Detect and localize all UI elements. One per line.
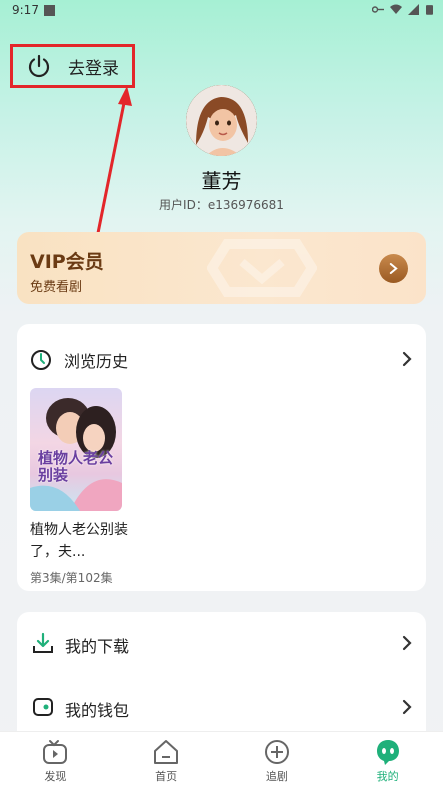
- history-item-episode: 第3集/第102集: [30, 571, 113, 585]
- menu-item-downloads[interactable]: 我的下载: [17, 619, 426, 669]
- history-card: 浏览历史 植物人老公别装 植物人老公别装了，夫... 第3集/第102集: [17, 324, 426, 591]
- battery-icon: [426, 5, 433, 15]
- notification-icon: [44, 5, 55, 16]
- status-bar: 9:17: [0, 0, 443, 22]
- vip-decoration: [207, 239, 317, 297]
- history-poster[interactable]: 植物人老公别装: [30, 388, 122, 511]
- tv-icon: [43, 740, 68, 764]
- wallet-icon: [33, 698, 53, 716]
- menu-item-wallet[interactable]: 我的钱包: [17, 683, 426, 733]
- tab-label: 首页: [155, 770, 178, 783]
- avatar[interactable]: [186, 85, 257, 156]
- tab-mine[interactable]: 我的: [332, 732, 443, 789]
- plus-circle-icon: [264, 740, 289, 764]
- menu-item-label: 我的钱包: [65, 701, 130, 720]
- power-icon: [28, 54, 50, 78]
- chevron-right-icon: [402, 635, 412, 651]
- download-icon: [33, 632, 53, 653]
- tab-label: 发现: [44, 770, 67, 783]
- history-title: 浏览历史: [64, 352, 129, 371]
- vip-arrow-button[interactable]: [379, 254, 408, 283]
- home-icon: [154, 740, 179, 764]
- status-time: 9:17: [12, 3, 39, 17]
- clock-icon: [31, 350, 51, 370]
- poster-title-text: 植物人老公别装: [38, 449, 114, 484]
- key-icon: [372, 6, 384, 13]
- signal-icon: [408, 4, 419, 15]
- user-id: 用户ID：e136976681: [159, 198, 284, 212]
- login-label: 去登录: [68, 58, 119, 79]
- avatar-image: [186, 85, 257, 156]
- bottom-tab-bar: 发现 首页 追剧 我的: [0, 731, 443, 789]
- history-item-title[interactable]: 植物人老公别装了，夫...: [30, 519, 130, 563]
- menu-item-label: 我的下载: [65, 637, 130, 656]
- mine-icon: [376, 740, 399, 765]
- vip-title: VIP会员: [30, 251, 104, 273]
- user-name: 董芳: [201, 169, 242, 193]
- history-chevron-icon[interactable]: [402, 351, 412, 367]
- history-header[interactable]: 浏览历史: [30, 348, 128, 372]
- login-button[interactable]: 去登录: [10, 44, 135, 88]
- tab-discover[interactable]: 发现: [0, 732, 111, 789]
- vip-card[interactable]: VIP会员 免费看剧: [17, 232, 426, 304]
- tab-label: 追剧: [265, 770, 288, 783]
- tab-home[interactable]: 首页: [111, 732, 222, 789]
- tab-label: 我的: [376, 770, 399, 783]
- wifi-icon: [390, 4, 402, 14]
- chevron-right-icon: [389, 263, 398, 274]
- vip-subtitle: 免费看剧: [30, 280, 83, 295]
- tab-follow[interactable]: 追剧: [222, 732, 333, 789]
- chevron-right-icon: [402, 699, 412, 715]
- menu-card: 我的下载 我的钱包: [17, 612, 426, 737]
